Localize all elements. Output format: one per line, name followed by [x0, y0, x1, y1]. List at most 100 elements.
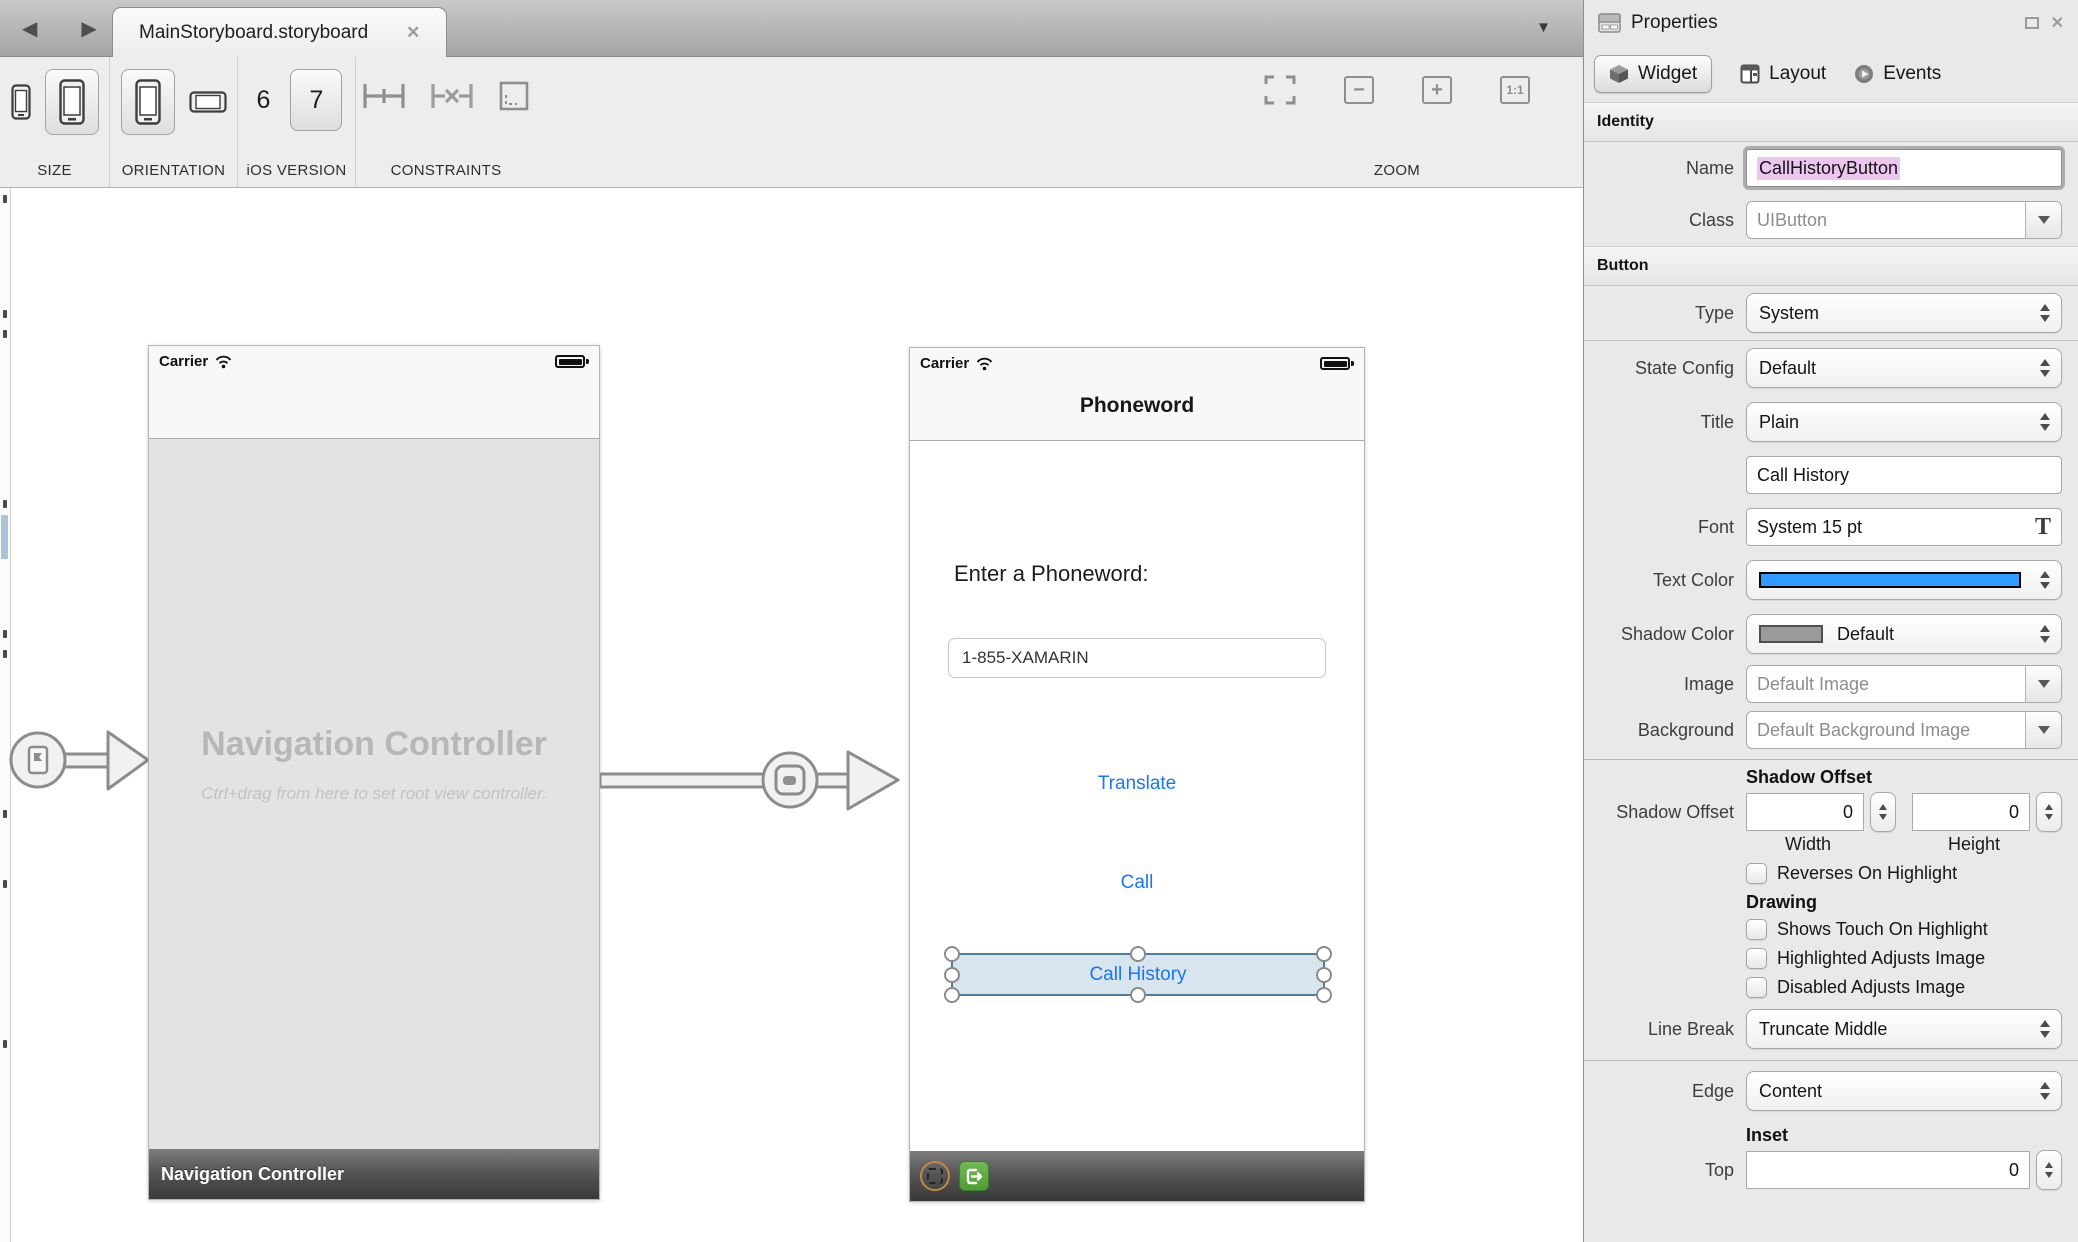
- font-input[interactable]: System 15 pt T: [1746, 508, 2062, 546]
- properties-panel: Properties ✕ Widget Layout Events Identi…: [1583, 0, 2078, 1242]
- document-tab-strip: ◀ ▶ MainStoryboard.storyboard ✕ ▼: [0, 0, 1583, 57]
- translate-button[interactable]: Translate: [910, 773, 1364, 795]
- edge-select[interactable]: Content: [1746, 1071, 2062, 1111]
- size-iphone4-button[interactable]: [45, 69, 99, 135]
- spinner-icon[interactable]: [1870, 792, 1896, 832]
- type-label: Type: [1584, 303, 1734, 324]
- tab-overflow-icon[interactable]: ▼: [1536, 19, 1551, 36]
- shadow-offset-height-input[interactable]: 0: [1912, 793, 2030, 831]
- class-label: Class: [1584, 210, 1734, 231]
- call-button[interactable]: Call: [910, 872, 1364, 894]
- shadow-color-swatch: [1759, 625, 1823, 643]
- highlighted-adjusts-checkbox[interactable]: Highlighted Adjusts Image: [1746, 948, 2062, 969]
- resize-handle[interactable]: [1130, 987, 1146, 1003]
- identity-section-header: Identity: [1584, 102, 2078, 142]
- edge-label: Edge: [1584, 1081, 1734, 1102]
- disabled-adjusts-checkbox[interactable]: Disabled Adjusts Image: [1746, 977, 2062, 998]
- close-panel-icon[interactable]: ✕: [2051, 13, 2064, 33]
- shadow-offset-group-header: Shadow Offset: [1746, 767, 2062, 788]
- constraint-frame-icon[interactable]: [497, 79, 531, 113]
- combo-dropdown-icon[interactable]: [2025, 666, 2061, 702]
- tab-mainstoryboard[interactable]: MainStoryboard.storyboard ✕: [112, 7, 447, 57]
- shadow-color-select[interactable]: Default: [1746, 614, 2062, 654]
- zoom-in-button[interactable]: +: [1422, 76, 1452, 104]
- remove-constraint-icon[interactable]: [429, 79, 475, 113]
- wifi-icon: [214, 355, 233, 369]
- title-style-select[interactable]: Plain: [1746, 402, 2062, 442]
- back-button[interactable]: ◀: [22, 16, 37, 41]
- resize-handle[interactable]: [1130, 946, 1146, 962]
- background-label: Background: [1584, 720, 1734, 741]
- storyboard-canvas[interactable]: Carrier Navigation Controller Ctrl+drag …: [0, 188, 1583, 1242]
- navigation-controller-scene[interactable]: Carrier Navigation Controller Ctrl+drag …: [148, 345, 600, 1200]
- navbar-title: Phoneword: [910, 394, 1364, 418]
- phoneword-prompt-label: Enter a Phoneword:: [954, 561, 1148, 587]
- size-iphone35-button[interactable]: [11, 84, 31, 120]
- resize-handle[interactable]: [1316, 987, 1332, 1003]
- orientation-landscape-button[interactable]: [189, 91, 227, 113]
- combo-dropdown-icon[interactable]: [2025, 712, 2061, 748]
- name-input[interactable]: CallHistoryButton: [1746, 149, 2062, 187]
- resize-handle[interactable]: [1316, 946, 1332, 962]
- shadow-color-label: Shadow Color: [1584, 624, 1734, 645]
- phoneword-scene[interactable]: Carrier Phoneword Enter a Phoneword: 1-8…: [909, 347, 1365, 1202]
- image-combo[interactable]: Default Image: [1746, 665, 2062, 703]
- checkbox-icon[interactable]: [1746, 919, 1767, 940]
- reverses-on-highlight-checkbox[interactable]: Reverses On Highlight: [1746, 863, 2062, 884]
- events-icon: [1854, 64, 1874, 84]
- shadow-offset-width-input[interactable]: 0: [1746, 793, 1864, 831]
- combo-dropdown-icon[interactable]: [2025, 202, 2061, 238]
- ios7-button[interactable]: 7: [290, 69, 342, 131]
- shadow-offset-row-label: Shadow Offset: [1584, 802, 1734, 823]
- exit-segue-icon[interactable]: [959, 1161, 989, 1191]
- zoom-out-button[interactable]: −: [1344, 76, 1374, 104]
- class-combo[interactable]: UIButton: [1746, 201, 2062, 239]
- view-controller-icon[interactable]: [920, 1161, 950, 1191]
- background-combo[interactable]: Default Background Image: [1746, 711, 2062, 749]
- checkbox-icon[interactable]: [1746, 863, 1767, 884]
- spinner-icon[interactable]: [2036, 1150, 2062, 1190]
- zoom-actual-size-button[interactable]: 1:1: [1500, 76, 1530, 104]
- zoom-fit-icon[interactable]: [1264, 75, 1296, 105]
- spinner-icon[interactable]: [2036, 792, 2062, 832]
- tab-widget[interactable]: Widget: [1594, 55, 1712, 93]
- state-config-label: State Config: [1584, 358, 1734, 379]
- tab-close-icon[interactable]: ✕: [406, 23, 420, 43]
- nav-controller-hint: Ctrl+drag from here to set root view con…: [201, 784, 547, 804]
- tab-layout[interactable]: Layout: [1740, 63, 1826, 85]
- line-break-select[interactable]: Truncate Middle: [1746, 1009, 2062, 1049]
- phoneword-text-field[interactable]: 1-855-XAMARIN: [948, 638, 1326, 678]
- font-picker-icon[interactable]: T: [2035, 514, 2051, 541]
- text-color-select[interactable]: [1746, 560, 2062, 600]
- button-section-header: Button: [1584, 246, 2078, 286]
- resize-handle[interactable]: [944, 987, 960, 1003]
- designer-toolbar: SIZE ORIENTATION 6 7 iOS VER: [0, 57, 1583, 188]
- state-config-select[interactable]: Default: [1746, 348, 2062, 388]
- tab-events[interactable]: Events: [1854, 63, 1941, 85]
- text-color-swatch: [1759, 572, 2021, 588]
- drawing-group-header: Drawing: [1746, 892, 2062, 913]
- zoom-group-label: ZOOM: [1374, 162, 1420, 179]
- resize-handle[interactable]: [944, 946, 960, 962]
- shows-touch-checkbox[interactable]: Shows Touch On Highlight: [1746, 919, 2062, 940]
- root-view-segue-arrow[interactable]: [600, 734, 910, 826]
- top-inset-input[interactable]: 0: [1746, 1151, 2030, 1189]
- inset-group-header: Inset: [1746, 1125, 2062, 1146]
- ios6-button[interactable]: 6: [251, 86, 277, 115]
- title-text-input[interactable]: Call History: [1746, 456, 2062, 494]
- dock-icon[interactable]: [2025, 17, 2039, 29]
- checkbox-icon[interactable]: [1746, 948, 1767, 969]
- resize-handle[interactable]: [944, 967, 960, 983]
- storyboard-entry-arrow[interactable]: [8, 714, 153, 806]
- panel-title: Properties: [1631, 12, 1718, 34]
- type-select[interactable]: System: [1746, 293, 2062, 333]
- orientation-portrait-button[interactable]: [121, 69, 175, 135]
- tab-title: MainStoryboard.storyboard: [139, 22, 368, 44]
- call-history-button-selected[interactable]: Call History: [951, 953, 1325, 996]
- resize-handle[interactable]: [1316, 967, 1332, 983]
- add-constraint-icon[interactable]: [361, 79, 407, 113]
- stepper-icon: [2040, 1082, 2050, 1100]
- forward-button[interactable]: ▶: [81, 16, 96, 41]
- checkbox-icon[interactable]: [1746, 977, 1767, 998]
- stepper-icon: [2040, 625, 2050, 643]
